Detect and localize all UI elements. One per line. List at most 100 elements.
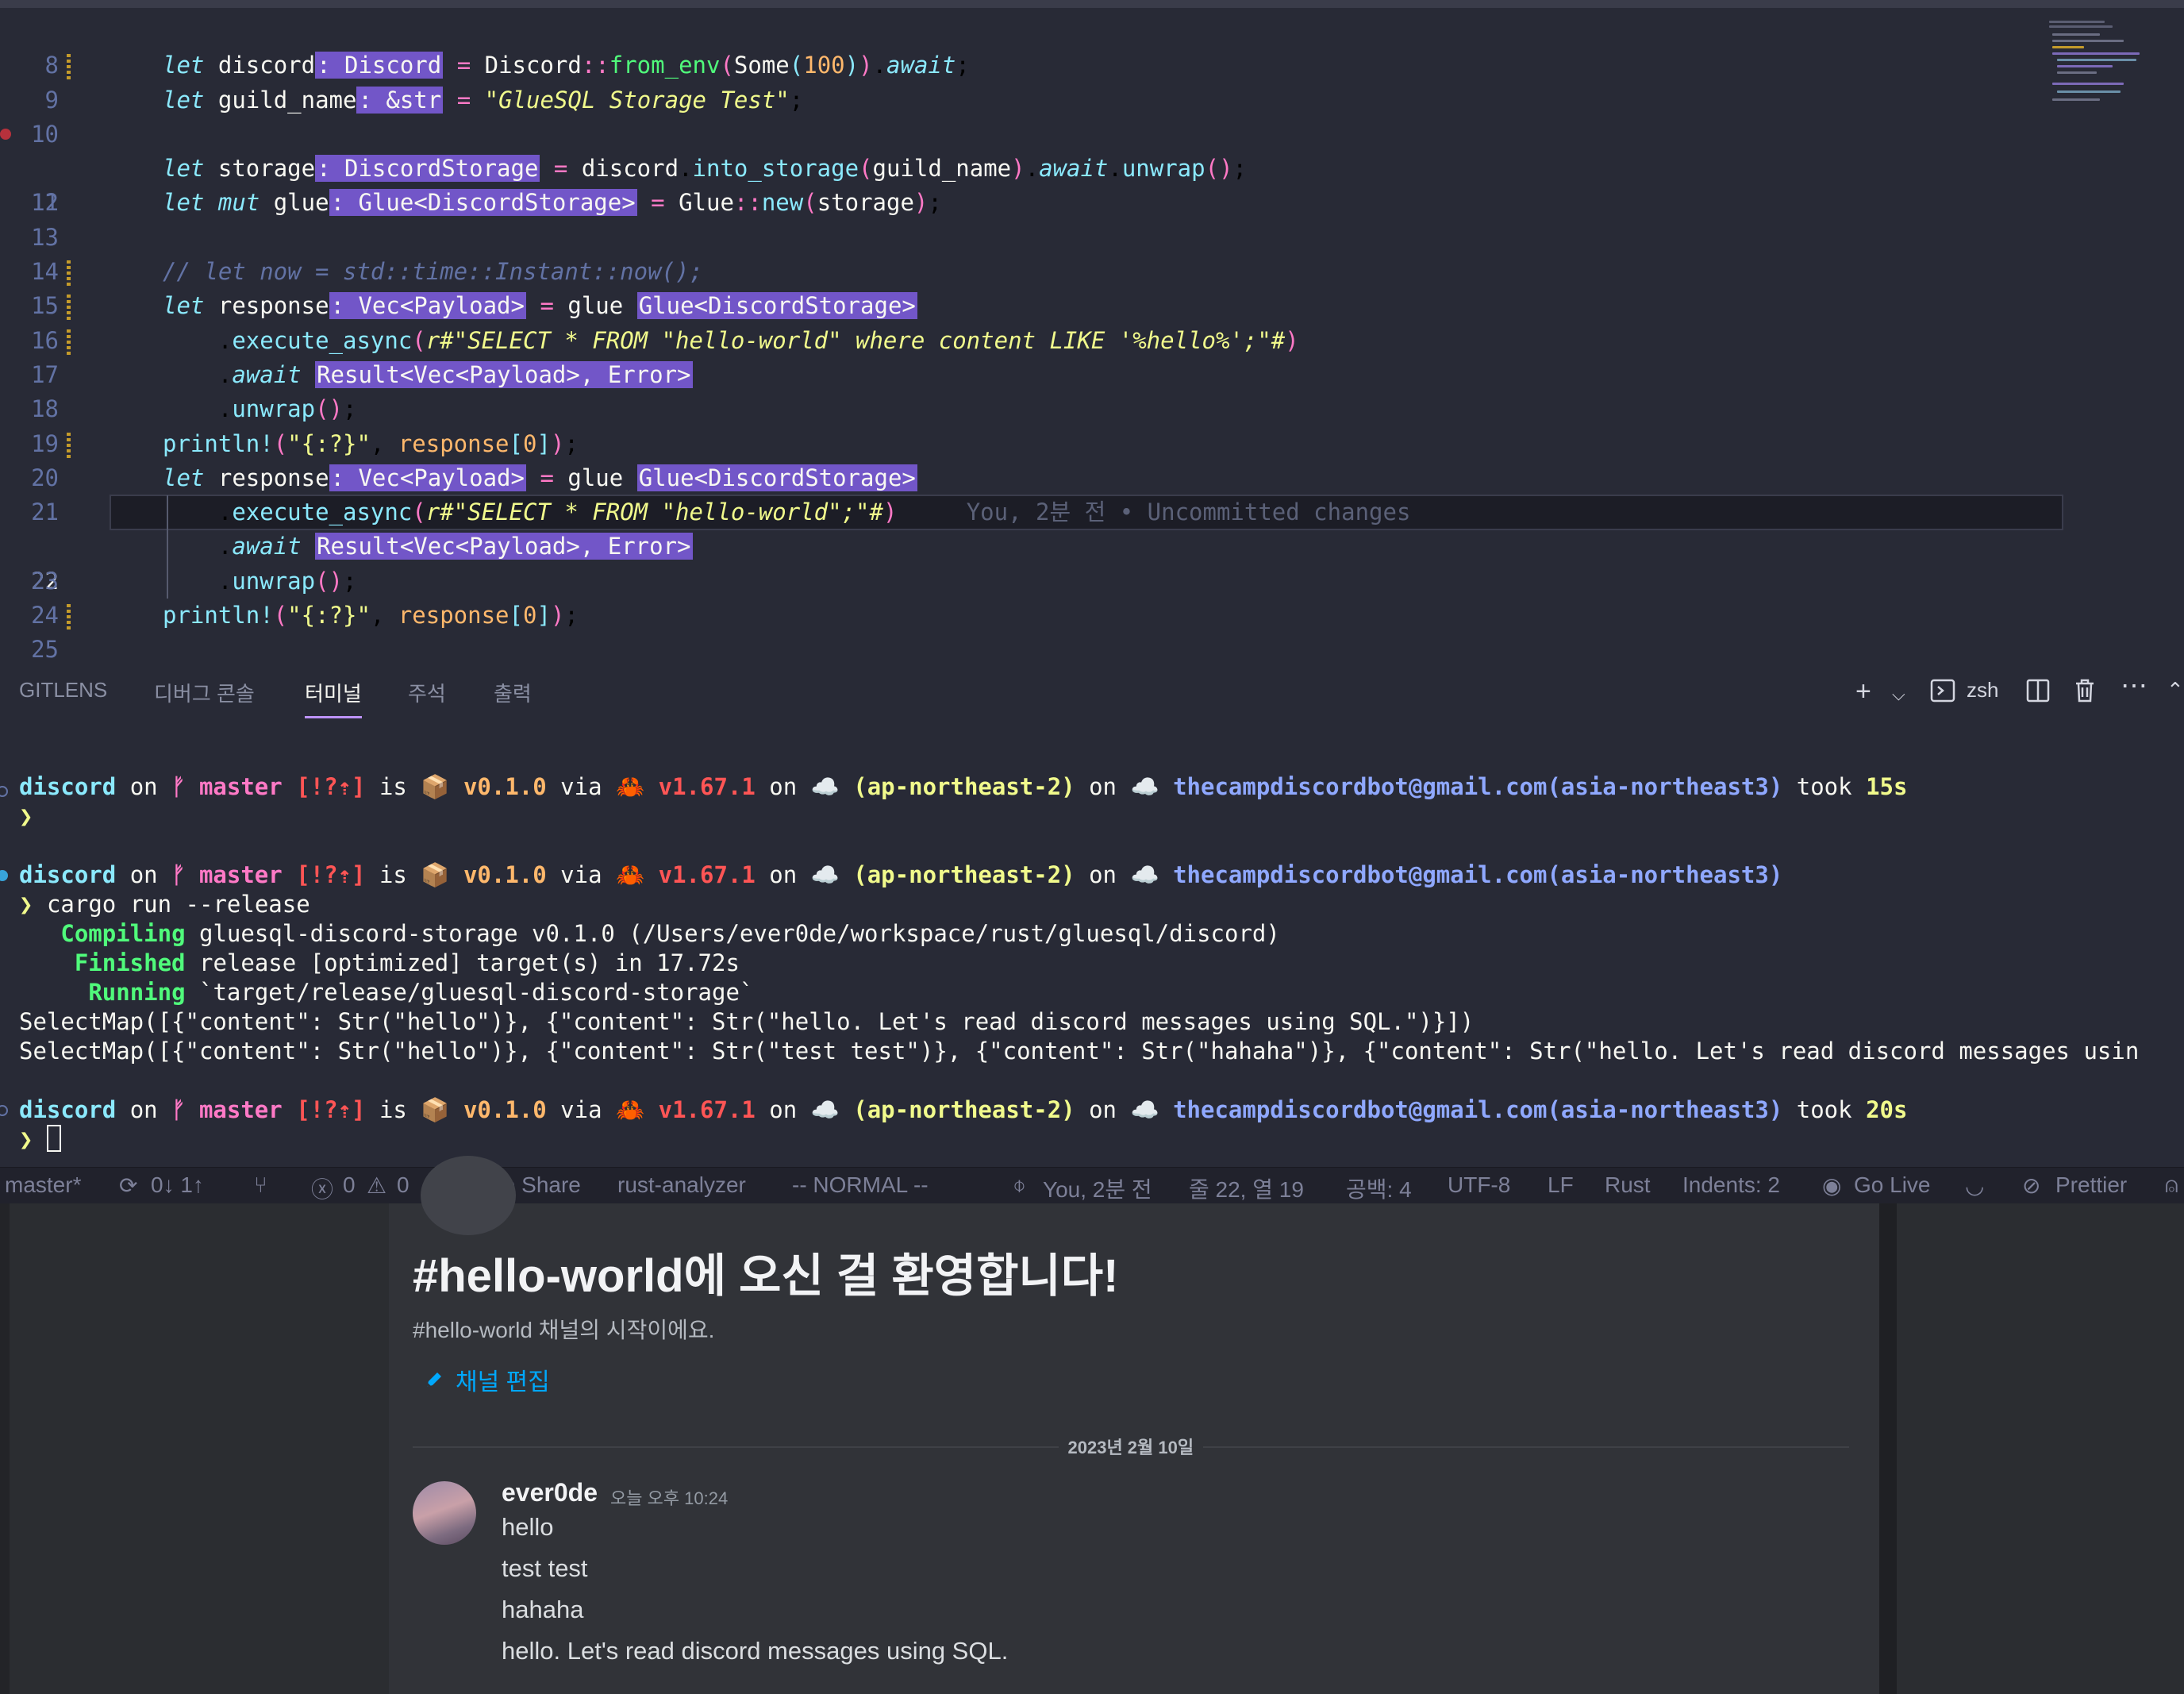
git-graph-icon[interactable]: ⑂ (254, 1172, 267, 1198)
more-actions-icon[interactable]: ⋯ (2121, 670, 2147, 702)
code-line[interactable]: 23 .await Result<Vec<Payload>, Error> (0, 529, 2184, 595)
code-line[interactable]: 17 .execute_async(r#"SELECT * FROM "hell… (0, 324, 2184, 388)
cargo-status-text: `target/release/gluesql-discord-storage` (199, 979, 754, 1006)
status-language[interactable]: Rust (1605, 1172, 1651, 1198)
tab-comments[interactable]: 주석 (408, 678, 446, 707)
prompt-git-status: [!?⇡] (296, 1096, 366, 1123)
message-text[interactable]: hello. Let's read discord messages using… (502, 1637, 1008, 1665)
code-line[interactable]: 14 (0, 221, 2184, 285)
terminal-icon[interactable] (1930, 678, 1955, 710)
code-text: .execute_async(r#"SELECT * FROM "hello-w… (163, 326, 1299, 354)
broadcast-icon[interactable]: ◉ (1822, 1172, 1841, 1199)
code-line[interactable]: 16 let response: Vec<Payload> = glue Glu… (0, 289, 2184, 354)
status-indentation[interactable]: 공백: 4 (1346, 1172, 1412, 1204)
code-line[interactable]: 26 (0, 633, 2184, 698)
trash-icon[interactable] (2073, 678, 2097, 710)
tab-output[interactable]: 출력 (494, 678, 532, 707)
code-line[interactable]: 24 .unwrap(); (0, 564, 2184, 629)
new-terminal-icon[interactable]: + (1855, 676, 1871, 707)
maximize-panel-icon[interactable]: ⌃ (2167, 678, 2184, 703)
prompt-text: via (560, 1096, 602, 1123)
cloud-icon: ☁️ (810, 773, 840, 800)
code-line[interactable]: 12 let storage: DiscordStorage = discord… (0, 152, 2184, 216)
status-warnings[interactable]: 0 (397, 1172, 410, 1198)
code-line[interactable]: 19 .unwrap(); (0, 392, 2184, 456)
status-encoding[interactable]: UTF-8 (1448, 1172, 1510, 1198)
prompt-text: took (1796, 773, 1852, 800)
status-blame[interactable]: You, 2분 전 (1043, 1172, 1152, 1204)
discord-channel-sidebar (0, 1203, 389, 1694)
code-line[interactable]: 21 let response: Vec<Payload> = glue Glu… (0, 461, 2184, 526)
split-terminal-icon[interactable] (2025, 678, 2051, 710)
cargo-status-label: Finished (74, 949, 186, 976)
tab-gitlens[interactable]: GITLENS (19, 678, 107, 703)
prompt-text: on (1089, 861, 1117, 888)
status-branch[interactable]: master* (5, 1172, 81, 1198)
code-line[interactable]: 9 let discord: Discord = Discord::from_e… (0, 48, 2184, 114)
package-icon: 📦 (421, 773, 450, 800)
message-text[interactable]: hahaha (502, 1596, 583, 1624)
rust-icon: 🦀 (616, 773, 645, 800)
discord-scrollbar[interactable] (1879, 1203, 1897, 1694)
tab-debug-console[interactable]: 디버그 콘솔 (154, 678, 255, 707)
prompt-text: on (769, 861, 798, 888)
tab-terminal[interactable]: 터미널 (305, 678, 362, 707)
status-indents[interactable]: Indents: 2 (1682, 1172, 1780, 1198)
prompt-text: on (129, 1096, 158, 1123)
error-icon[interactable]: ⓧ (311, 1172, 333, 1204)
status-prettier[interactable]: Prettier (2055, 1172, 2127, 1198)
status-eol[interactable]: LF (1548, 1172, 1574, 1198)
avatar[interactable] (413, 1481, 476, 1545)
warning-icon[interactable]: ⚠ (367, 1172, 386, 1199)
message-text[interactable]: hello (502, 1513, 554, 1542)
message-author[interactable]: ever0de (502, 1478, 598, 1507)
git-change-marker (67, 258, 71, 287)
prompt-rust-version: v1.67.1 (658, 773, 756, 800)
prompt-rust-version: v1.67.1 (658, 1096, 756, 1123)
edit-channel-link[interactable]: 채널 편집 (424, 1362, 550, 1397)
code-line[interactable]: 20 println!("{:?}", response[0]); (0, 427, 2184, 491)
sync-icon[interactable]: ⟳ (119, 1172, 137, 1199)
terminal-output[interactable]: discord on ᚠ master [!?⇡] is 📦 v0.1.0 vi… (19, 743, 2178, 1184)
code-text: let response: Vec<Payload> = glue Glue<D… (163, 292, 917, 320)
command-decoration-icon[interactable] (0, 1105, 8, 1116)
code-line[interactable]: 25 println!("{:?}", response[0]); (0, 599, 2184, 663)
accounts-icon[interactable]: ⍝ (2165, 1172, 2178, 1199)
code-line[interactable]: 15 // let now = std::time::Instant::now(… (0, 255, 2184, 319)
commit-icon[interactable]: ⌽ (1013, 1172, 1026, 1199)
status-errors[interactable]: 0 (343, 1172, 356, 1198)
code-editor[interactable]: 8 9 let discord: Discord = Discord::from… (0, 0, 2184, 698)
prompt-text: on (129, 773, 158, 800)
status-cursor-position[interactable]: 줄 22, 열 19 (1189, 1172, 1304, 1204)
bottom-panel: GITLENS 디버그 콘솔 터미널 주석 출력 + ⌵ zsh ⋯ ⌃ dis… (0, 667, 2184, 1167)
code-line[interactable]: 18 .await Result<Vec<Payload>, Error> (0, 358, 2184, 422)
code-line[interactable]: 11 (0, 117, 2184, 216)
code-text: .unwrap(); (163, 567, 357, 595)
message-text[interactable]: test test (502, 1554, 588, 1583)
breakpoint-icon[interactable] (0, 128, 11, 140)
code-line-current[interactable]: 22 .execute_async(r#"SELECT * FROM "hell… (0, 495, 2184, 595)
prettier-icon[interactable]: ⊘ (2022, 1172, 2040, 1199)
minimap[interactable] (2041, 19, 2152, 106)
code-line[interactable]: 13 let mut glue: Glue<DiscordStorage> = … (0, 186, 2184, 251)
code-line[interactable]: 10 let guild_name: &str = "GlueSQL Stora… (0, 83, 2184, 148)
status-vim-mode: -- NORMAL -- (792, 1172, 929, 1197)
shell-name[interactable]: zsh (1967, 678, 1998, 703)
status-rust-analyzer[interactable]: rust-analyzer (617, 1172, 746, 1198)
command-decoration-icon[interactable] (0, 786, 8, 797)
editor-lines: 8 9 let discord: Discord = Discord::from… (0, 14, 2184, 698)
program-output: SelectMap([{"content": Str("hello")}, {"… (19, 1038, 2140, 1065)
minimap-line (2049, 25, 2113, 28)
status-go-live[interactable]: Go Live (1854, 1172, 1931, 1198)
code-text: let guild_name: &str = "GlueSQL Storage … (163, 86, 804, 114)
code-text: // let now = std::time::Instant::now(); (163, 258, 703, 286)
prompt-text: on (1089, 1096, 1117, 1123)
minimap-line (2057, 65, 2113, 67)
code-line[interactable]: 8 (0, 14, 2184, 79)
git-change-marker (67, 326, 71, 355)
status-sync[interactable]: 0↓ 1↑ (151, 1172, 204, 1198)
chevron-down-icon[interactable]: ⌵ (1892, 684, 1905, 705)
discord-server-rail (0, 1203, 10, 1694)
prompt-dir: discord (19, 1096, 117, 1123)
command-decoration-icon[interactable] (0, 870, 8, 881)
